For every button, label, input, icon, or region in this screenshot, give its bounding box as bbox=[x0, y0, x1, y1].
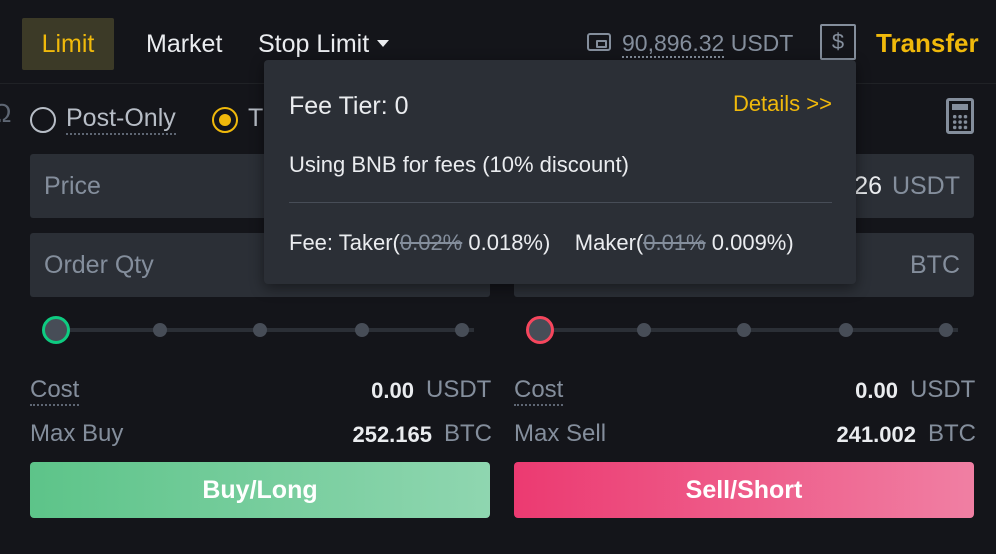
calculator-keys bbox=[952, 114, 968, 130]
sell-short-button[interactable]: Sell/Short bbox=[514, 462, 974, 518]
slider-step-25[interactable] bbox=[153, 323, 167, 337]
details-link[interactable]: Details >> bbox=[733, 91, 832, 117]
sell-cost-value: 0.00 bbox=[855, 378, 898, 403]
max-buy-label: Max Buy bbox=[30, 420, 124, 447]
slider-step-75[interactable] bbox=[839, 323, 853, 337]
buy-cost-unit: USDT bbox=[426, 376, 492, 403]
dollar-icon[interactable]: $ bbox=[820, 24, 856, 60]
buy-long-button[interactable]: Buy/Long bbox=[30, 462, 490, 518]
maker-old-rate: 0.01% bbox=[643, 230, 706, 255]
sell-cost-label[interactable]: Cost bbox=[514, 376, 564, 406]
slider-handle[interactable] bbox=[526, 316, 554, 344]
balance-value: 90,896.32 bbox=[622, 30, 725, 58]
balance-unit: USDT bbox=[730, 30, 794, 56]
divider bbox=[289, 202, 832, 203]
buy-cost-value: 0.00 bbox=[371, 378, 414, 403]
maker-prefix: Maker( bbox=[574, 230, 644, 255]
sell-percent-slider[interactable] bbox=[526, 316, 964, 344]
slider-step-100[interactable] bbox=[939, 323, 953, 337]
slider-step-50[interactable] bbox=[737, 323, 751, 337]
fee-rates: Fee: Taker(0.02% 0.018%) Maker(0.01% 0.0… bbox=[289, 230, 794, 256]
fee-tier-title: Fee Tier: 0 bbox=[289, 92, 409, 120]
time-in-force-radio[interactable] bbox=[212, 107, 238, 133]
slider-handle[interactable] bbox=[42, 316, 70, 344]
buy-qty-placeholder: Order Qty bbox=[44, 251, 154, 279]
slider-step-100[interactable] bbox=[455, 323, 469, 337]
tab-stop-limit-label: Stop Limit bbox=[258, 30, 370, 58]
slider-step-75[interactable] bbox=[355, 323, 369, 337]
bnb-discount-note: Using BNB for fees (10% discount) bbox=[289, 152, 629, 177]
post-only-label[interactable]: Post-Only bbox=[66, 104, 176, 135]
sell-cost-unit: USDT bbox=[910, 376, 976, 403]
buy-price-placeholder: Price bbox=[44, 172, 101, 200]
max-sell-value: 241.002 bbox=[836, 422, 916, 447]
taker-prefix: Fee: Taker( bbox=[289, 230, 400, 255]
available-balance[interactable]: 90,896.32 USDT bbox=[622, 30, 794, 58]
max-sell-unit: BTC bbox=[928, 420, 976, 447]
sell-price-value: 26 bbox=[854, 172, 882, 200]
time-in-force-label[interactable]: T bbox=[248, 104, 263, 133]
taker-old-rate: 0.02% bbox=[399, 230, 463, 255]
max-sell-label: Max Sell bbox=[514, 420, 607, 447]
calculator-icon[interactable] bbox=[946, 98, 974, 134]
tab-market[interactable]: Market bbox=[146, 18, 222, 70]
max-buy-unit: BTC bbox=[444, 420, 492, 447]
sell-qty-unit: BTC bbox=[910, 251, 960, 279]
edge-glyph: Ω bbox=[0, 98, 12, 128]
calculator-screen bbox=[952, 104, 968, 110]
tab-limit[interactable]: Limit bbox=[22, 18, 114, 70]
sell-price-unit: USDT bbox=[891, 172, 960, 200]
buy-cost-label[interactable]: Cost bbox=[30, 376, 80, 406]
slider-step-25[interactable] bbox=[637, 323, 651, 337]
post-only-radio[interactable] bbox=[30, 107, 56, 133]
transfer-button[interactable]: Transfer bbox=[876, 28, 979, 59]
max-buy-value: 252.165 bbox=[352, 422, 432, 447]
maker-new-rate: 0.009%) bbox=[711, 230, 794, 255]
taker-new-rate: 0.018%) bbox=[468, 230, 551, 255]
slider-step-50[interactable] bbox=[253, 323, 267, 337]
buy-percent-slider[interactable] bbox=[42, 316, 480, 344]
wallet-icon bbox=[587, 33, 611, 51]
caret-down-icon bbox=[377, 39, 390, 47]
fee-tier-popover: Fee Tier: 0 Details >> Using BNB for fee… bbox=[264, 60, 856, 284]
